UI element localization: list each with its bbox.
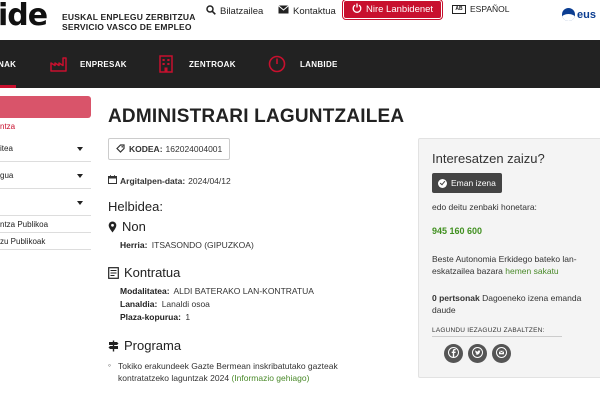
- facebook-share-button[interactable]: [444, 344, 463, 363]
- email-icon: [496, 345, 507, 363]
- positions-value: 1: [185, 312, 191, 322]
- sidebar-active-item[interactable]: [0, 96, 91, 118]
- contact-link-label: Kontaktua: [293, 5, 336, 17]
- town-line: Herria: ITSASONDO (GIPUZKOA): [120, 240, 254, 250]
- program-text: Tokiko erakundeek Gazte Bermean inskriba…: [118, 360, 368, 384]
- positions-line: Plaza-kopurua: 1: [120, 312, 190, 322]
- contract-heading: Kontratua: [108, 265, 180, 280]
- call-text: edo deitu zenbaki honetara:: [432, 202, 537, 212]
- persons-count: 0 pertsonak: [432, 293, 480, 303]
- location-heading: Non: [108, 219, 146, 234]
- search-icon: [206, 4, 216, 18]
- twitter-icon: [472, 345, 483, 363]
- factory-icon: [50, 56, 68, 72]
- caret-down-icon: [77, 200, 83, 205]
- logo-subtitle-eu: EUSKAL ENPLEGU ZERBITZUA: [62, 12, 196, 22]
- town-value: ITSASONDO (GIPUZKOA): [151, 240, 254, 250]
- job-code-box: KODEA: 162024004001: [108, 138, 231, 160]
- program-heading: Programa: [108, 338, 181, 353]
- main-nav: NAK ENPRESAK ZENTROAK LANBIDE: [0, 40, 600, 88]
- sidebar-link[interactable]: ntza: [0, 122, 15, 131]
- modality-value: ALDI BATERAKO LAN-KONTRATUA: [173, 286, 314, 296]
- sidebar-subitem-label: ntza Publikoa: [0, 220, 49, 229]
- search-link[interactable]: Bilatzailea: [206, 4, 263, 18]
- left-sidebar: ntza itea gua ntza Publikoa zu Publikoak: [0, 88, 92, 400]
- calendar-icon: [108, 175, 117, 186]
- nav-item-zentroak[interactable]: ZENTROAK: [159, 40, 236, 88]
- caret-down-icon: [77, 146, 83, 151]
- modality-label: Modalitatea:: [120, 286, 170, 296]
- nav-item-label: ENPRESAK: [80, 59, 127, 69]
- email-share-button[interactable]: [492, 344, 511, 363]
- top-header: ide EUSKAL ENPLEGU ZERBITZUA SERVICIO VA…: [0, 0, 600, 40]
- sidebar-subitem-1[interactable]: ntza Publikoa: [0, 217, 91, 233]
- language-switch[interactable]: AB ESPAÑOL: [452, 4, 510, 14]
- nire-lanbidenet-button[interactable]: Nire Lanbidenet: [343, 0, 443, 19]
- program-more-info-link[interactable]: (Informazio gehiago): [231, 373, 309, 383]
- persons-registered: 0 pertsonak Dagoeneko izena emanda daude: [432, 292, 600, 316]
- apply-button-label: Eman izena: [451, 178, 496, 188]
- facebook-icon: [448, 345, 459, 363]
- workday-label: Lanaldia:: [120, 299, 158, 309]
- job-code-label: KODEA:: [129, 144, 163, 154]
- address-heading: Helbidea:: [108, 199, 163, 214]
- apply-panel: Interesatzen zaizu? Eman izena edo deitu…: [418, 138, 600, 378]
- search-link-label: Bilatzailea: [220, 5, 264, 17]
- euskadi-emblem-icon: [562, 8, 575, 21]
- publication-date: Argitalpen-data: 2024/04/12: [108, 175, 231, 186]
- publication-date-label: Argitalpen-data:: [120, 175, 186, 186]
- language-icon: AB: [452, 4, 466, 14]
- sidebar-dropdown-2[interactable]: gua: [0, 163, 91, 189]
- twitter-share-button[interactable]: [468, 344, 487, 363]
- apply-button[interactable]: Eman izena: [432, 173, 502, 193]
- sidebar-subitem-2[interactable]: zu Publikoak: [0, 234, 91, 250]
- nire-lanbidenet-label: Nire Lanbidenet: [366, 4, 434, 15]
- clock-icon: [268, 55, 286, 73]
- sidebar-item-label: itea: [0, 144, 13, 153]
- building-icon: [159, 55, 173, 73]
- euskadi-logo[interactable]: eus: [562, 8, 596, 21]
- share-divider: [432, 336, 562, 337]
- nav-item-enpresak[interactable]: ENPRESAK: [50, 40, 127, 88]
- sidebar-item-label: gua: [0, 171, 14, 180]
- envelope-icon: [278, 5, 289, 17]
- share-label: LAGUNDU IEZAGUZU ZABALTZEN:: [432, 327, 545, 334]
- other-region-text: Beste Autonomia Erkidego bateko lan-eska…: [432, 253, 600, 277]
- program-heading-label: Programa: [124, 338, 182, 353]
- job-code-value: 162024004001: [165, 144, 223, 154]
- location-heading-label: Non: [122, 219, 146, 234]
- publication-date-value: 2024/04/12: [188, 175, 231, 186]
- tag-icon: [116, 143, 125, 155]
- check-circle-icon: [438, 178, 447, 188]
- logo-subtitle-es: SERVICIO VASCO DE EMPLEO: [62, 22, 192, 32]
- nav-item-pertsonak[interactable]: NAK: [0, 40, 16, 88]
- sidebar-dropdown-3[interactable]: [0, 190, 91, 216]
- nav-item-label: ZENTROAK: [189, 59, 236, 69]
- program-bullet: ◦: [108, 360, 112, 370]
- sidebar-subitem-label: zu Publikoak: [0, 237, 46, 246]
- workday-line: Lanaldia: Lanaldi osoa: [120, 299, 210, 309]
- page-title: ADMINISTRARI LAGUNTZAILEA: [108, 106, 405, 127]
- phone-number[interactable]: 945 160 600: [432, 226, 482, 236]
- euskadi-logo-text: eus: [577, 8, 596, 21]
- lanbide-logo[interactable]: ide: [0, 0, 48, 33]
- nav-item-lanbide[interactable]: LANBIDE: [268, 40, 338, 88]
- other-region-link[interactable]: hemen sakatu: [505, 266, 558, 276]
- document-icon: [108, 266, 119, 279]
- map-pin-icon: [108, 221, 117, 233]
- nav-item-label: LANBIDE: [300, 59, 338, 69]
- power-icon: [352, 3, 362, 16]
- modality-line: Modalitatea: ALDI BATERAKO LAN-KONTRATUA: [120, 286, 314, 296]
- caret-down-icon: [77, 173, 83, 178]
- language-label: ESPAÑOL: [470, 4, 510, 14]
- contract-heading-label: Kontratua: [124, 265, 181, 280]
- panel-title: Interesatzen zaizu?: [432, 151, 545, 166]
- sidebar-dropdown-1[interactable]: itea: [0, 136, 91, 162]
- town-label: Herria:: [120, 240, 148, 250]
- contact-link[interactable]: Kontaktua: [278, 4, 336, 18]
- signpost-icon: [108, 340, 119, 352]
- workday-value: Lanaldi osoa: [161, 299, 210, 309]
- nav-item-label: NAK: [0, 59, 17, 69]
- positions-label: Plaza-kopurua:: [120, 312, 181, 322]
